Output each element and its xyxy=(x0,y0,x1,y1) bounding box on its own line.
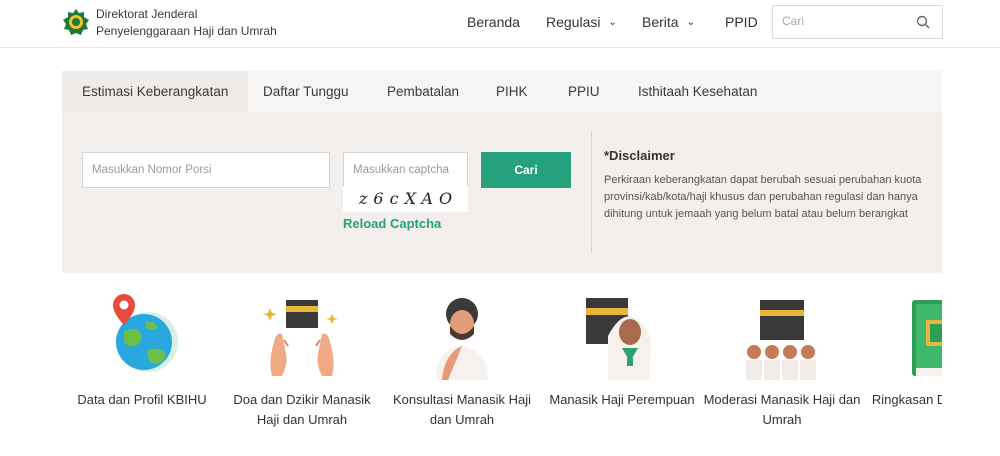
nav-beranda[interactable]: Beranda xyxy=(467,14,520,30)
service-item-ringkasan-doa[interactable]: Ringkasan Doa Haji dan xyxy=(862,292,942,407)
nav-ppid[interactable]: PPID xyxy=(725,14,758,30)
pilgrim-man-icon xyxy=(436,298,488,380)
site-brand[interactable]: Direktorat Jenderal Penyelenggaraan Haji… xyxy=(96,6,277,40)
kemenag-logo-icon[interactable] xyxy=(62,8,90,36)
service-label: Konsultasi Manasik Haji dan Umrah xyxy=(392,392,531,427)
brand-line-1: Direktorat Jenderal xyxy=(96,7,198,21)
disclaimer-title: *Disclaimer xyxy=(604,148,675,163)
service-item-moderasi[interactable]: Moderasi Manasik Haji dan Umrah xyxy=(702,292,862,427)
service-label: Ringkasan Doa Haji dan xyxy=(871,392,942,407)
service-item-konsultasi[interactable]: Konsultasi Manasik Haji dan Umrah xyxy=(382,292,542,427)
search-icon[interactable] xyxy=(916,15,930,29)
nav-ppid-label: PPID xyxy=(725,14,758,30)
panel-divider xyxy=(591,131,592,253)
porsi-field[interactable] xyxy=(82,152,330,188)
estimasi-panel: Estimasi Keberangkatan Daftar Tunggu Pem… xyxy=(62,71,942,273)
nav-regulasi[interactable]: Regulasi ⌄ xyxy=(546,14,617,30)
tab-pembatalan[interactable]: Pembatalan xyxy=(367,71,479,111)
nav-beranda-label: Beranda xyxy=(467,14,520,30)
service-item-doa-dzikir[interactable]: Doa dan Dzikir Manasik Haji dan Umrah xyxy=(222,292,382,427)
service-label: Data dan Profil KBIHU xyxy=(77,392,207,407)
service-list: Data dan Profil KBIHU Doa dan Dzikir Man… xyxy=(62,292,942,442)
service-label: Moderasi Manasik Haji dan Umrah xyxy=(703,392,861,427)
cari-button[interactable]: Cari xyxy=(481,152,571,188)
search-input[interactable] xyxy=(782,14,902,28)
globe-pin-icon xyxy=(113,294,178,372)
site-header: Direktorat Jenderal Penyelenggaraan Haji… xyxy=(0,0,1000,48)
tab-estimasi-keberangkatan[interactable]: Estimasi Keberangkatan xyxy=(62,71,249,111)
tab-bar: Estimasi Keberangkatan Daftar Tunggu Pem… xyxy=(62,71,942,111)
service-item-haji-perempuan[interactable]: Manasik Haji Perempuan xyxy=(542,292,702,407)
praying-hands-icon xyxy=(263,300,338,376)
chevron-down-icon: ⌄ xyxy=(608,16,617,28)
tab-ppiu[interactable]: PPIU xyxy=(548,71,620,111)
pilgrim-woman-icon xyxy=(586,298,651,380)
captcha-input[interactable] xyxy=(344,153,467,187)
tab-daftar-tunggu[interactable]: Daftar Tunggu xyxy=(243,71,369,111)
kaaba-group-icon xyxy=(746,300,816,380)
nav-berita[interactable]: Berita ⌄ xyxy=(642,14,695,30)
search-box[interactable] xyxy=(772,5,943,39)
brand-line-2: Penyelenggaraan Haji dan Umrah xyxy=(96,24,277,38)
nav-berita-label: Berita xyxy=(642,14,679,30)
nomor-porsi-input[interactable] xyxy=(83,153,329,187)
reload-captcha-link[interactable]: Reload Captcha xyxy=(343,216,441,231)
service-label: Manasik Haji Perempuan xyxy=(549,392,695,407)
captcha-image: z6cXAO xyxy=(343,186,468,212)
service-label: Doa dan Dzikir Manasik Haji dan Umrah xyxy=(233,392,371,427)
service-item-kbihu[interactable]: Data dan Profil KBIHU xyxy=(62,292,222,407)
captcha-field[interactable] xyxy=(343,152,468,188)
chevron-down-icon: ⌄ xyxy=(686,16,695,28)
disclaimer-text: Perkiraan keberangkatan dapat berubah se… xyxy=(604,174,922,220)
nav-regulasi-label: Regulasi xyxy=(546,14,601,30)
tab-pihk[interactable]: PIHK xyxy=(476,71,548,111)
quran-book-icon xyxy=(912,300,942,376)
tab-isthitaah-kesehatan[interactable]: Isthitaah Kesehatan xyxy=(618,71,777,111)
